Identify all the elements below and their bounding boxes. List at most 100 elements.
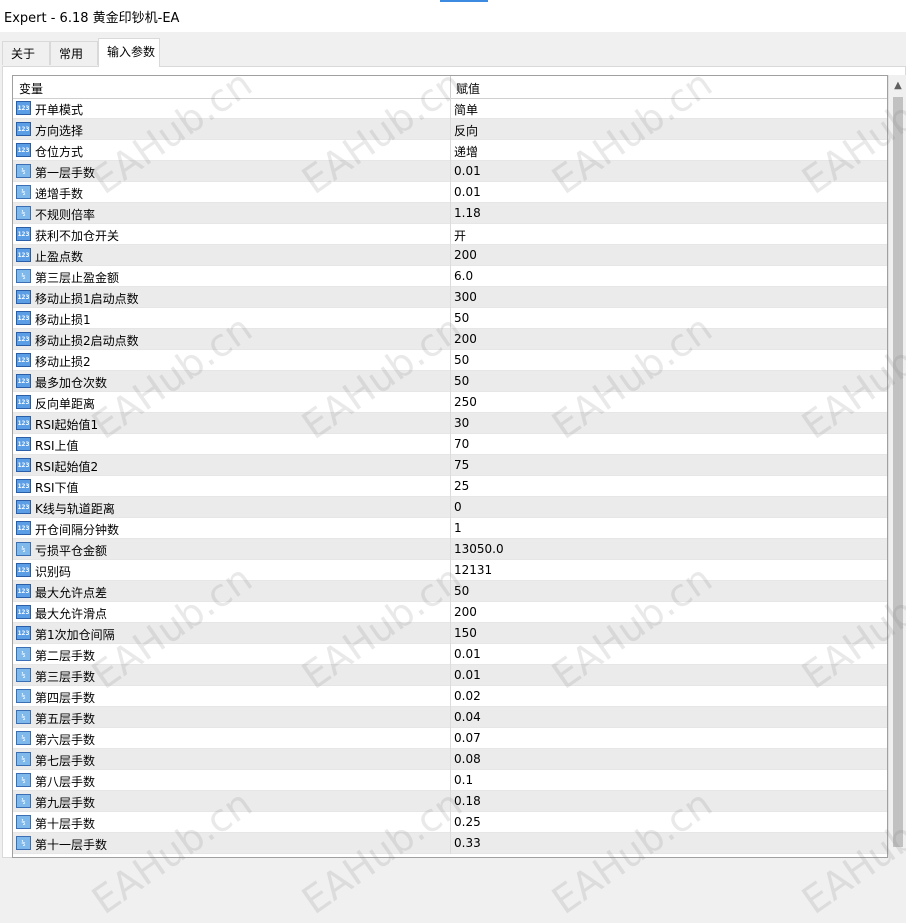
table-row[interactable]: ½ 第九层手数 0.18 — [13, 791, 887, 812]
table-row[interactable]: ½ 第三层止盈金额 6.0 — [13, 266, 887, 287]
parameter-value[interactable]: 0.18 — [454, 794, 481, 808]
table-row[interactable]: 123 反向单距离 250 — [13, 392, 887, 413]
cell-separator — [450, 602, 451, 623]
scroll-thumb[interactable] — [893, 97, 903, 847]
parameter-value[interactable]: 150 — [454, 626, 477, 640]
parameter-value[interactable]: 递增 — [454, 143, 478, 160]
table-row[interactable]: ½ 第三层手数 0.01 — [13, 665, 887, 686]
table-row[interactable]: 123 RSI下值 25 — [13, 476, 887, 497]
parameter-value[interactable]: 300 — [454, 290, 477, 304]
table-row[interactable]: 123 开单模式 简单 — [13, 98, 887, 119]
table-row[interactable]: 123 移动止损1 50 — [13, 308, 887, 329]
parameter-value[interactable]: 25 — [454, 479, 469, 493]
table-row[interactable]: 123 最多加仓次数 50 — [13, 371, 887, 392]
parameter-value[interactable]: 0.01 — [454, 164, 481, 178]
parameter-value[interactable]: 200 — [454, 605, 477, 619]
cell-separator — [450, 371, 451, 392]
tab-common[interactable]: 常用 — [50, 41, 98, 65]
integer-type-icon: 123 — [16, 584, 31, 598]
parameter-value[interactable]: 0.33 — [454, 836, 481, 850]
parameter-value[interactable]: 50 — [454, 374, 469, 388]
table-row[interactable]: 123 识别码 12131 — [13, 560, 887, 581]
table-row[interactable]: ½ 第十层手数 0.25 — [13, 812, 887, 833]
parameter-value[interactable]: 13050.0 — [454, 542, 504, 556]
parameter-value[interactable]: 75 — [454, 458, 469, 472]
table-row[interactable]: ½ 第一层手数 0.01 — [13, 161, 887, 182]
table-row[interactable]: ½ 第四层手数 0.02 — [13, 686, 887, 707]
double-type-icon: ½ — [16, 689, 31, 703]
cell-separator — [450, 623, 451, 644]
table-row[interactable]: ½ 第十一层手数 0.33 — [13, 833, 887, 854]
table-row[interactable]: ½ 第二层手数 0.01 — [13, 644, 887, 665]
table-row[interactable]: ½ 第五层手数 0.04 — [13, 707, 887, 728]
table-row[interactable]: 123 移动止损1启动点数 300 — [13, 287, 887, 308]
parameter-value[interactable]: 30 — [454, 416, 469, 430]
parameter-value[interactable]: 0.25 — [454, 815, 481, 829]
parameter-name: 第十一层手数 — [35, 838, 108, 852]
parameter-value[interactable]: 0.02 — [454, 689, 481, 703]
parameter-value[interactable]: 0.1 — [454, 773, 473, 787]
table-row[interactable]: ½ 第六层手数 0.07 — [13, 728, 887, 749]
parameter-value[interactable]: 0.01 — [454, 185, 481, 199]
tab-inputs[interactable]: 输入参数 — [98, 38, 160, 67]
table-row[interactable]: ½ 递增手数 0.01 — [13, 182, 887, 203]
parameter-value[interactable]: 0.07 — [454, 731, 481, 745]
vertical-scrollbar[interactable]: ▲ — [888, 75, 906, 858]
cell-separator — [450, 707, 451, 728]
table-row[interactable]: ½ 亏损平仓金额 13050.0 — [13, 539, 887, 560]
table-row[interactable]: 123 RSI起始值2 75 — [13, 455, 887, 476]
parameter-value[interactable]: 0 — [454, 500, 462, 514]
parameter-value[interactable]: 0.04 — [454, 710, 481, 724]
column-header-value[interactable]: 赋值 — [456, 80, 480, 97]
parameter-value[interactable]: 0.08 — [454, 752, 481, 766]
parameter-name: 获利不加仓开关 — [35, 229, 120, 243]
table-row[interactable]: 123 仓位方式 递增 — [13, 140, 887, 161]
scroll-up-arrow-icon[interactable]: ▲ — [889, 77, 906, 95]
parameter-value[interactable]: 开 — [454, 227, 466, 244]
parameter-name: 移动止损1 — [35, 313, 91, 327]
parameter-value[interactable]: 1.18 — [454, 206, 481, 220]
parameter-value[interactable]: 0.01 — [454, 647, 481, 661]
table-row[interactable]: ½ 第八层手数 0.1 — [13, 770, 887, 791]
parameter-name: 最多加仓次数 — [35, 376, 108, 390]
parameter-value[interactable]: 250 — [454, 395, 477, 409]
table-row[interactable]: 123 移动止损2 50 — [13, 350, 887, 371]
tab-strip: 关于 常用 输入参数 — [0, 36, 906, 67]
parameter-value[interactable]: 6.0 — [454, 269, 473, 283]
integer-type-icon: 123 — [16, 101, 31, 115]
table-row[interactable]: 123 获利不加仓开关 开 — [13, 224, 887, 245]
column-header-variable[interactable]: 变量 — [19, 80, 43, 97]
integer-type-icon: 123 — [16, 122, 31, 136]
table-row[interactable]: 123 开仓间隔分钟数 1 — [13, 518, 887, 539]
table-row[interactable]: 123 第1次加仓间隔 150 — [13, 623, 887, 644]
title-accent — [440, 0, 488, 2]
table-row[interactable]: 123 止盈点数 200 — [13, 245, 887, 266]
parameter-value[interactable]: 50 — [454, 353, 469, 367]
parameter-value[interactable]: 50 — [454, 311, 469, 325]
table-row[interactable]: ½ 第七层手数 0.08 — [13, 749, 887, 770]
parameter-value[interactable]: 反向 — [454, 122, 478, 139]
table-row[interactable]: 123 最大允许点差 50 — [13, 581, 887, 602]
parameter-value[interactable]: 200 — [454, 248, 477, 262]
cell-separator — [450, 581, 451, 602]
table-row[interactable]: 123 RSI起始值1 30 — [13, 413, 887, 434]
column-separator[interactable] — [450, 76, 451, 98]
tab-about[interactable]: 关于 — [2, 41, 50, 65]
table-row[interactable]: 123 移动止损2启动点数 200 — [13, 329, 887, 350]
table-row[interactable]: ½ 不规则倍率 1.18 — [13, 203, 887, 224]
table-row[interactable]: 123 方向选择 反向 — [13, 119, 887, 140]
parameter-name: RSI上值 — [35, 439, 79, 453]
parameter-value[interactable]: 1 — [454, 521, 462, 535]
parameter-value[interactable]: 50 — [454, 584, 469, 598]
table-row[interactable]: 123 RSI上值 70 — [13, 434, 887, 455]
parameter-value[interactable]: 200 — [454, 332, 477, 346]
parameter-value[interactable]: 0.01 — [454, 668, 481, 682]
parameter-name: 最大允许点差 — [35, 586, 108, 600]
parameter-value[interactable]: 70 — [454, 437, 469, 451]
table-row[interactable]: 123 K线与轨道距离 0 — [13, 497, 887, 518]
cell-separator — [450, 455, 451, 476]
table-row[interactable]: 123 最大允许滑点 200 — [13, 602, 887, 623]
parameter-name: 第八层手数 — [35, 775, 96, 789]
parameter-value[interactable]: 12131 — [454, 563, 492, 577]
parameter-value[interactable]: 简单 — [454, 101, 478, 118]
